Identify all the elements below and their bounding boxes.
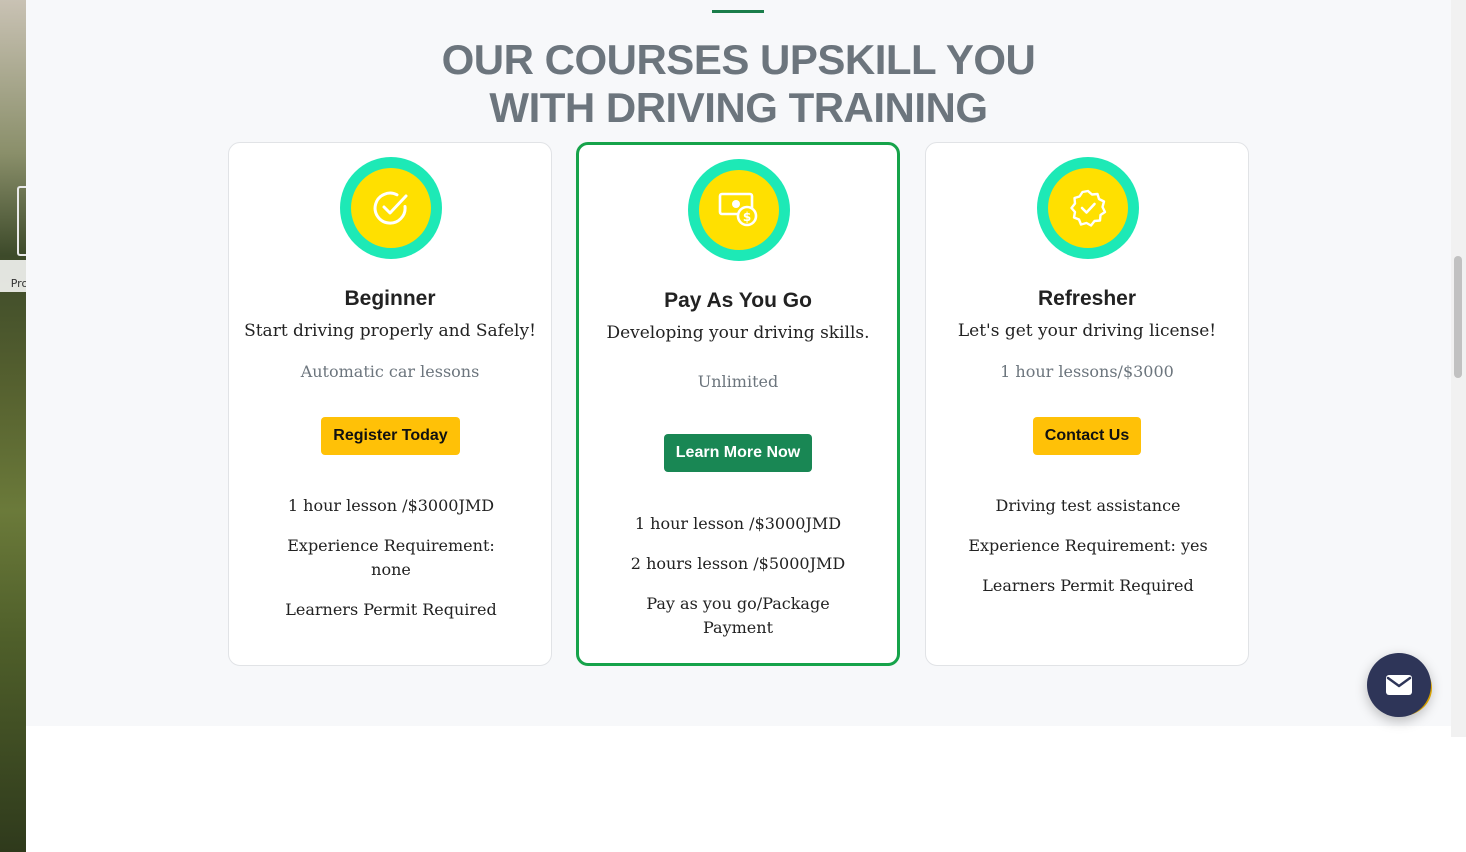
feature-list: 1 hour lesson /$3000JMD Experience Requi… (269, 494, 513, 638)
plan-price: 1 hour lessons/$3000 (1000, 362, 1174, 381)
plan-tagline: Developing your driving skills. (606, 323, 870, 343)
feature-item: 2 hours lesson /$5000JMD (630, 554, 846, 573)
background-image-strip: W Proje (0, 0, 26, 852)
card-badge: $ (688, 159, 790, 261)
card-badge (1037, 157, 1139, 259)
course-card-refresher: Refresher Let's get your driving license… (925, 142, 1249, 666)
feature-item: 1 hour lesson /$3000JMD (634, 514, 842, 533)
register-today-button[interactable]: Register Today (321, 417, 460, 455)
plan-tagline: Let's get your driving license! (957, 321, 1217, 341)
courses-section: OUR COURSES UPSKILL YOU WITH DRIVING TRA… (26, 0, 1451, 726)
mail-icon (1386, 675, 1412, 695)
learn-more-now-button[interactable]: Learn More Now (664, 434, 812, 472)
check-circle-icon (373, 191, 408, 225)
contact-us-button[interactable]: Contact Us (1033, 417, 1141, 455)
money-icon: $ (718, 192, 758, 227)
feature-list: 1 hour lesson /$3000JMD 2 hours lesson /… (616, 512, 860, 656)
thumbnail-label: W Proje (0, 260, 26, 292)
feature-item: Experience Requirement: none (287, 536, 495, 579)
plan-tagline: Start driving properly and Safely! (244, 321, 536, 341)
card-badge (340, 157, 442, 259)
plan-name: Pay As You Go (664, 289, 812, 312)
plan-price: Unlimited (697, 372, 779, 391)
course-card-beginner: Beginner Start driving properly and Safe… (228, 142, 552, 666)
feature-item: Pay as you go/Package Payment (646, 594, 830, 637)
feature-item: 1 hour lesson /$3000JMD (287, 496, 495, 515)
chat-widget-button[interactable] (1367, 653, 1431, 717)
feature-item: Experience Requirement: yes (968, 536, 1208, 555)
heading-accent-line (712, 10, 764, 13)
plan-price: Automatic car lessons (300, 362, 480, 381)
scrollbar-thumb[interactable] (1454, 256, 1462, 378)
svg-text:$: $ (743, 210, 751, 224)
course-card-pay-as-you-go: $ Pay As You Go Developing your driving … (576, 142, 900, 666)
feature-list: Driving test assistance Experience Requi… (966, 494, 1210, 614)
section-heading: OUR COURSES UPSKILL YOU WITH DRIVING TRA… (441, 36, 1036, 131)
thumbnail-frame[interactable] (17, 186, 26, 256)
plan-name: Beginner (344, 287, 436, 310)
feature-item: Learners Permit Required (982, 576, 1194, 595)
plan-name: Refresher (1037, 287, 1137, 310)
feature-item: Driving test assistance (995, 496, 1181, 515)
badge-check-icon (1070, 189, 1107, 227)
feature-item: Learners Permit Required (285, 600, 497, 619)
